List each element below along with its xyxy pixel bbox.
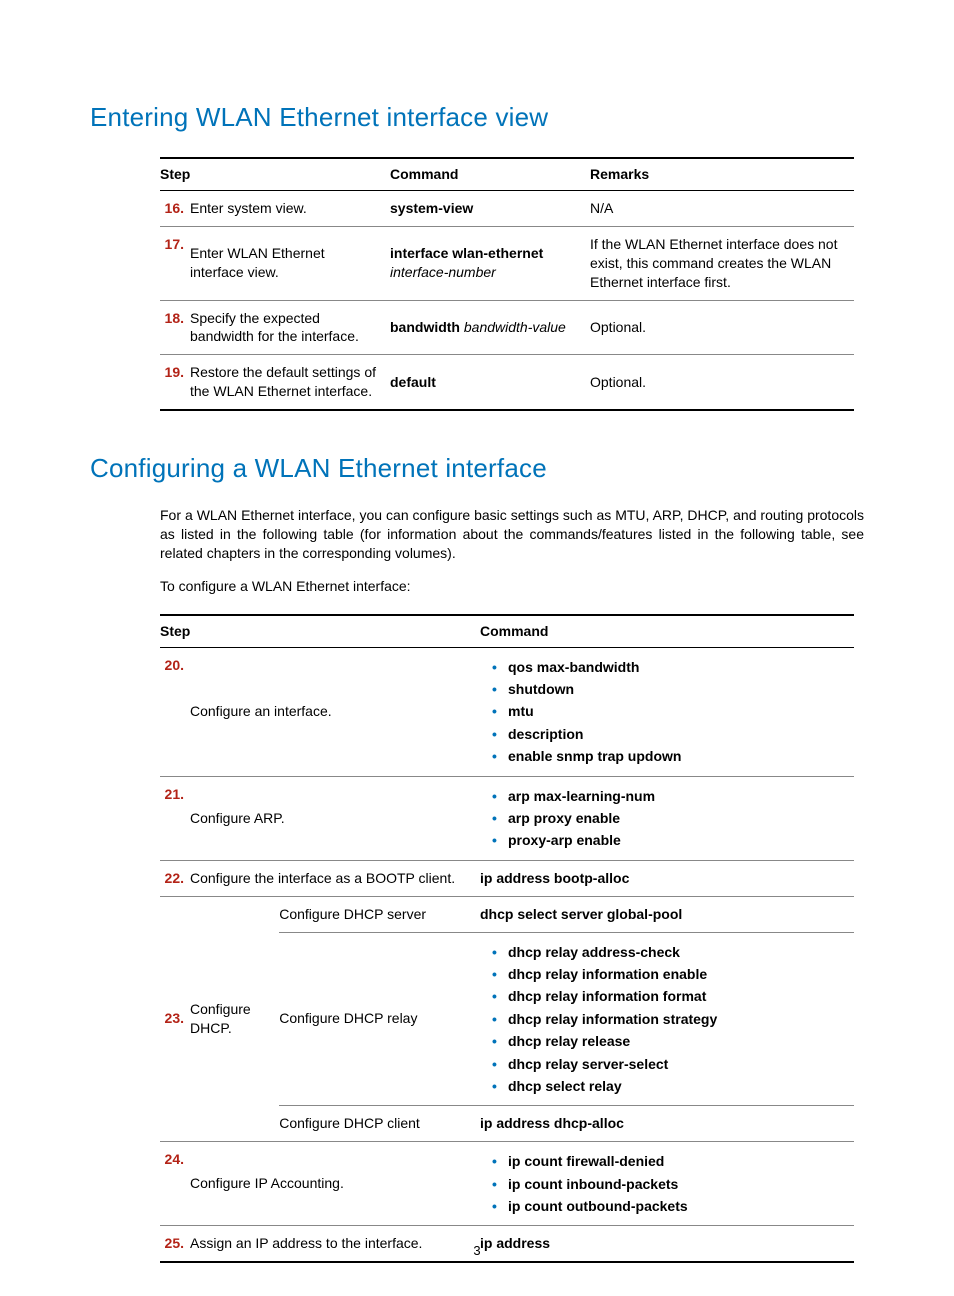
cmd-item: dhcp relay information enable — [492, 963, 846, 985]
page-number: 3 — [0, 1242, 954, 1260]
cmd-item: dhcp relay address-check — [492, 941, 846, 963]
step-desc: Enter system view. — [190, 190, 390, 226]
step-command: default — [390, 355, 590, 410]
th-step: Step — [160, 615, 480, 647]
step-command: dhcp select server global-pool — [480, 896, 854, 932]
step-number: 19. — [160, 355, 190, 410]
step-number: 21. — [160, 776, 190, 860]
cmd-item: qos max-bandwidth — [492, 656, 846, 678]
cmd-item: dhcp relay server-select — [492, 1053, 846, 1075]
step-number: 20. — [160, 647, 190, 776]
step-desc: Enter WLAN Ethernet interface view. — [190, 226, 390, 300]
th-remarks: Remarks — [590, 158, 854, 190]
step-command: ip address dhcp-alloc — [480, 1106, 854, 1142]
table-row: 17. Enter WLAN Ethernet interface view. … — [160, 226, 854, 300]
cmd-item: ip count outbound-packets — [492, 1195, 846, 1217]
step-number: 24. — [160, 1142, 190, 1226]
cmd-item: ip count firewall-denied — [492, 1150, 846, 1172]
step-number: 18. — [160, 300, 190, 355]
step-remarks: Optional. — [590, 300, 854, 355]
step-desc: Restore the default settings of the WLAN… — [190, 355, 390, 410]
table-row: 22. Configure the interface as a BOOTP c… — [160, 860, 854, 896]
heading-entering-wlan: Entering WLAN Ethernet interface view — [90, 100, 864, 135]
heading-configuring-wlan: Configuring a WLAN Ethernet interface — [90, 451, 864, 486]
step-desc: Configure ARP. — [190, 776, 480, 860]
table-row: 20. Configure an interface. qos max-band… — [160, 647, 854, 776]
cmd-item: arp proxy enable — [492, 807, 846, 829]
step-command: arp max-learning-num arp proxy enable pr… — [480, 776, 854, 860]
table-entering-wlan: Step Command Remarks 16. Enter system vi… — [160, 157, 854, 411]
step-number: 22. — [160, 860, 190, 896]
intro-para-2: To configure a WLAN Ethernet interface: — [160, 577, 864, 596]
table-row: 21. Configure ARP. arp max-learning-num … — [160, 776, 854, 860]
cmd-item: arp max-learning-num — [492, 785, 846, 807]
step-command: ip address bootp-alloc — [480, 860, 854, 896]
table-row: 16. Enter system view. system-view N/A — [160, 190, 854, 226]
step-desc: Configure IP Accounting. — [190, 1142, 480, 1226]
table-row: 24. Configure IP Accounting. ip count fi… — [160, 1142, 854, 1226]
step-desc: Specify the expected bandwidth for the i… — [190, 300, 390, 355]
cmd-item: description — [492, 723, 846, 745]
cmd-item: dhcp relay release — [492, 1030, 846, 1052]
table-row: 19. Restore the default settings of the … — [160, 355, 854, 410]
cmd-item: shutdown — [492, 678, 846, 700]
cmd-item: proxy-arp enable — [492, 829, 846, 851]
table-row: 18. Specify the expected bandwidth for t… — [160, 300, 854, 355]
step-command: ip count firewall-denied ip count inboun… — [480, 1142, 854, 1226]
step-command: bandwidth bandwidth-value — [390, 300, 590, 355]
step-subdesc: Configure DHCP server — [279, 896, 480, 932]
cmd-item: mtu — [492, 700, 846, 722]
step-subdesc: Configure DHCP client — [279, 1106, 480, 1142]
step-remarks: Optional. — [590, 355, 854, 410]
step-number: 16. — [160, 190, 190, 226]
th-command: Command — [480, 615, 854, 647]
step-desc: Configure DHCP. — [190, 896, 279, 1142]
step-command: interface wlan-ethernetinterface-number — [390, 226, 590, 300]
step-number: 23. — [160, 896, 190, 1142]
step-remarks: N/A — [590, 190, 854, 226]
step-remarks: If the WLAN Ethernet interface does not … — [590, 226, 854, 300]
th-command: Command — [390, 158, 590, 190]
step-command: system-view — [390, 190, 590, 226]
step-subdesc: Configure DHCP relay — [279, 932, 480, 1106]
table-row: 23. Configure DHCP. Configure DHCP serve… — [160, 896, 854, 932]
step-command: dhcp relay address-check dhcp relay info… — [480, 932, 854, 1106]
step-command: qos max-bandwidth shutdown mtu descripti… — [480, 647, 854, 776]
table-configuring-wlan: Step Command 20. Configure an interface.… — [160, 614, 854, 1263]
cmd-item: dhcp select relay — [492, 1075, 846, 1097]
step-desc: Configure an interface. — [190, 647, 480, 776]
cmd-item: ip count inbound-packets — [492, 1173, 846, 1195]
cmd-item: dhcp relay information format — [492, 985, 846, 1007]
step-desc: Configure the interface as a BOOTP clien… — [190, 860, 480, 896]
cmd-item: enable snmp trap updown — [492, 745, 846, 767]
intro-para: For a WLAN Ethernet interface, you can c… — [160, 506, 864, 563]
cmd-item: dhcp relay information strategy — [492, 1008, 846, 1030]
th-step: Step — [160, 158, 390, 190]
step-number: 17. — [160, 226, 190, 300]
